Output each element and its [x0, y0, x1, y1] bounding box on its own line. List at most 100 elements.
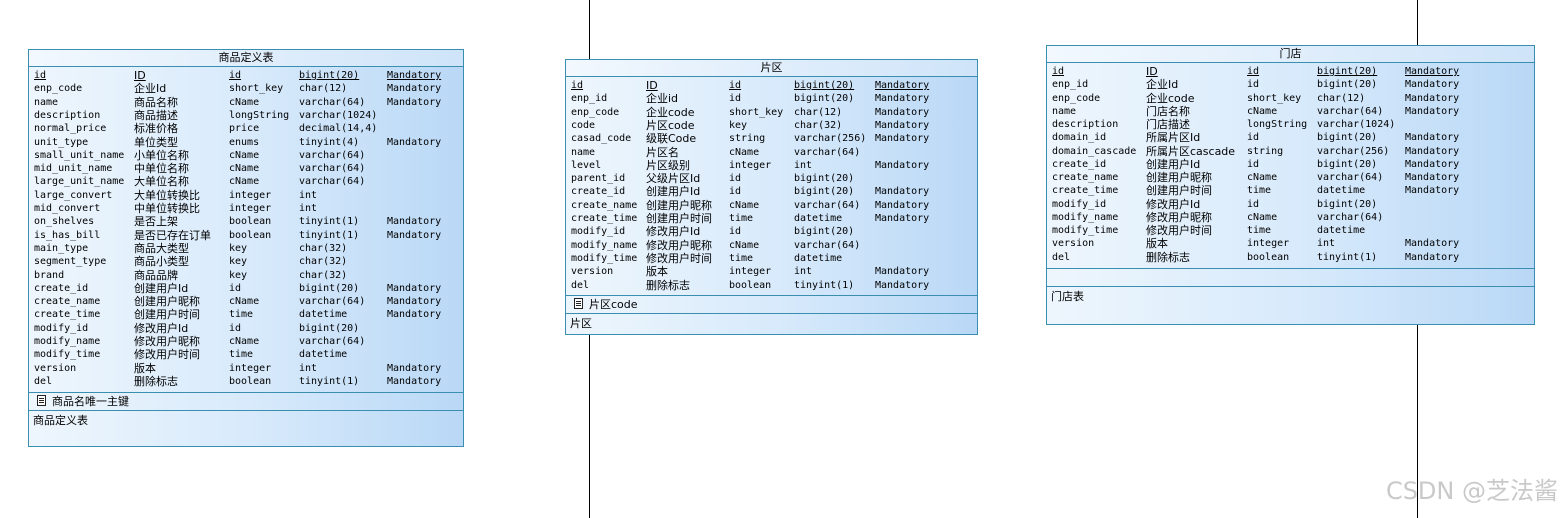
- table-row[interactable]: enp_id 企业id id bigint(20) Mandatory: [566, 92, 977, 105]
- cell-mandatory: Mandatory: [387, 216, 442, 228]
- table-row[interactable]: id ID id bigint(20) Mandatory: [29, 69, 463, 82]
- cell-domain: time: [1247, 225, 1272, 236]
- table-row[interactable]: code 片区code key char(32) Mandatory: [566, 119, 977, 132]
- table-row[interactable]: domain_id 所属片区Id id bigint(20) Mandatory: [1047, 131, 1534, 144]
- cell-name: 版本: [1146, 237, 1168, 251]
- cell-type: datetime: [794, 213, 843, 224]
- cell-domain: id: [729, 173, 742, 185]
- table-row[interactable]: version 版本 integer int Mandatory: [566, 265, 977, 278]
- table-row[interactable]: modify_id 修改用户Id id bigint(20): [566, 225, 977, 238]
- table-row[interactable]: modify_time 修改用户时间 time datetime: [1047, 224, 1534, 237]
- table-row[interactable]: main_type 商品大类型 key char(32): [29, 242, 463, 255]
- table-row[interactable]: create_name 创建用户昵称 cName varchar(64) Mandato…: [566, 199, 977, 212]
- cell-code: modify_name: [1052, 211, 1119, 223]
- table-row[interactable]: modify_name 修改用户昵称 cName varchar(64): [29, 335, 463, 348]
- cell-domain: boolean: [229, 229, 272, 241]
- table-row[interactable]: modify_name 修改用户昵称 cName varchar(64): [566, 239, 977, 252]
- table-row[interactable]: is_has_bill 是否已存在订单 boolean tinyint(1) Manda…: [29, 229, 463, 242]
- table-row[interactable]: on_shelves 是否上架 boolean tinyint(1) Mandatory: [29, 215, 463, 228]
- entity-district[interactable]: 片区 id ID id bigint(20) Mandatory enp_id 企业id id…: [565, 59, 978, 335]
- table-row[interactable]: id ID id bigint(20) Mandatory: [566, 79, 977, 92]
- table-row[interactable]: modify_time 修改用户时间 time datetime: [29, 348, 463, 361]
- table-row[interactable]: mid_convert 中单位转换比 integer int: [29, 202, 463, 215]
- table-row[interactable]: version 版本 integer int Mandatory: [29, 362, 463, 375]
- cell-code: parent_id: [571, 173, 626, 185]
- table-row[interactable]: enp_id 企业Id id bigint(20) Mandatory: [1047, 78, 1534, 91]
- table-row[interactable]: modify_name 修改用户昵称 cName varchar(64): [1047, 211, 1534, 224]
- cell-type: int: [794, 159, 813, 171]
- table-row[interactable]: enp_code 企业Id short_key char(12) Mandatory: [29, 82, 463, 95]
- entity-title: 门店: [1047, 46, 1534, 63]
- table-row[interactable]: name 门店名称 cName varchar(64) Mandatory: [1047, 105, 1534, 118]
- table-row[interactable]: segment_type 商品小类型 key char(32): [29, 255, 463, 268]
- cell-domain: string: [729, 133, 766, 145]
- table-row[interactable]: brand 商品品牌 key char(32): [29, 269, 463, 282]
- entity-store[interactable]: 门店 id ID id bigint(20) Mandatory enp_id 企业Id id…: [1046, 45, 1535, 325]
- table-row[interactable]: create_id 创建用户Id id bigint(20) Mandatory: [1047, 158, 1534, 171]
- cell-code: enp_id: [1052, 79, 1089, 91]
- table-row[interactable]: parent_id 父级片区Id id bigint(20): [566, 172, 977, 185]
- cell-type: int: [1317, 238, 1336, 250]
- cell-domain: boolean: [1247, 251, 1290, 263]
- cell-domain: cName: [229, 163, 260, 175]
- cell-type: bigint(20): [1317, 198, 1378, 210]
- table-row[interactable]: casad_code 级联Code string varchar(256) Mandat…: [566, 132, 977, 145]
- key-item[interactable]: 片区code: [566, 296, 977, 313]
- table-row[interactable]: description 门店描述 longString varchar(1024): [1047, 118, 1534, 131]
- cell-mandatory: Mandatory: [1405, 105, 1460, 117]
- table-row[interactable]: mid_unit_name 中单位名称 cName varchar(64): [29, 162, 463, 175]
- table-row[interactable]: create_time 创建用户时间 time datetime Mandatory: [566, 212, 977, 225]
- table-row[interactable]: normal_price 标准价格 price decimal(14,4): [29, 122, 463, 135]
- cell-domain: cName: [229, 96, 260, 108]
- cell-type: varchar(64): [299, 176, 366, 188]
- cell-name: 所属片区Id: [1146, 131, 1201, 145]
- table-row[interactable]: small_unit_name 小单位名称 cName varchar(64): [29, 149, 463, 162]
- table-row[interactable]: create_id 创建用户Id id bigint(20) Mandatory: [566, 185, 977, 198]
- table-row[interactable]: name 商品名称 cName varchar(64) Mandatory: [29, 96, 463, 109]
- cell-domain: id: [229, 322, 242, 334]
- table-row[interactable]: enp_code 企业code short_key char(12) Mandatory: [1047, 92, 1534, 105]
- table-row[interactable]: large_convert 大单位转换比 integer int: [29, 189, 463, 202]
- table-row[interactable]: id ID id bigint(20) Mandatory: [1047, 65, 1534, 78]
- table-row[interactable]: level 片区级别 integer int Mandatory: [566, 159, 977, 172]
- table-row[interactable]: unit_type 单位类型 enums tinyint(4) Mandatory: [29, 136, 463, 149]
- cell-name: 修改用户时间: [134, 348, 200, 362]
- cell-name: 所属片区cascade: [1146, 144, 1236, 158]
- table-row[interactable]: create_id 创建用户Id id bigint(20) Mandatory: [29, 282, 463, 295]
- cell-code: id: [1052, 66, 1065, 77]
- entity-goods-definition[interactable]: 商品定义表 id ID id bigint(20) Mandatory enp_code 企…: [28, 49, 464, 447]
- table-row[interactable]: create_time 创建用户时间 time datetime Mandatory: [29, 308, 463, 321]
- cell-name: 创建用户时间: [646, 212, 712, 225]
- table-row[interactable]: description 商品描述 longString varchar(1024): [29, 109, 463, 122]
- table-row[interactable]: large_unit_name 大单位名称 cName varchar(64): [29, 175, 463, 188]
- cell-code: brand: [34, 269, 65, 281]
- cell-mandatory: Mandatory: [387, 70, 442, 81]
- cell-domain: integer: [729, 159, 772, 171]
- cell-domain: time: [729, 213, 754, 224]
- cell-name: 级联Code: [646, 132, 697, 146]
- cell-domain: id: [1247, 79, 1260, 91]
- table-row[interactable]: del 删除标志 boolean tinyint(1) Mandatory: [1047, 251, 1534, 264]
- cell-code: enp_code: [1052, 92, 1101, 104]
- table-row[interactable]: create_name 创建用户昵称 cName varchar(64) Mandato…: [1047, 171, 1534, 184]
- table-row[interactable]: version 版本 integer int Mandatory: [1047, 237, 1534, 250]
- key-item[interactable]: 商品名唯一主键: [29, 393, 463, 410]
- table-row[interactable]: del 删除标志 boolean tinyint(1) Mandatory: [29, 375, 463, 388]
- cell-type: tinyint(4): [299, 136, 360, 148]
- cell-code: mid_unit_name: [34, 163, 113, 175]
- table-row[interactable]: enp_code 企业code short_key char(12) Mandatory: [566, 106, 977, 119]
- table-row[interactable]: modify_id 修改用户Id id bigint(20): [29, 322, 463, 335]
- table-row[interactable]: name 片区名 cName varchar(64): [566, 146, 977, 159]
- table-row[interactable]: modify_time 修改用户时间 time datetime: [566, 252, 977, 265]
- cell-type: tinyint(1): [299, 229, 360, 241]
- cell-name: ID: [134, 69, 146, 82]
- cell-domain: key: [229, 242, 248, 254]
- cell-domain: cName: [229, 296, 260, 308]
- table-row[interactable]: domain_cascade 所属片区cascade string varchar(2…: [1047, 145, 1534, 158]
- table-row[interactable]: create_name 创建用户昵称 cName varchar(64) Mandato…: [29, 295, 463, 308]
- cell-mandatory: Mandatory: [1405, 66, 1460, 77]
- table-row[interactable]: modify_id 修改用户Id id bigint(20): [1047, 198, 1534, 211]
- table-row[interactable]: create_time 创建用户时间 time datetime Mandatory: [1047, 184, 1534, 197]
- table-row[interactable]: del 删除标志 boolean tinyint(1) Mandatory: [566, 279, 977, 292]
- cell-name: 商品品牌: [134, 268, 178, 282]
